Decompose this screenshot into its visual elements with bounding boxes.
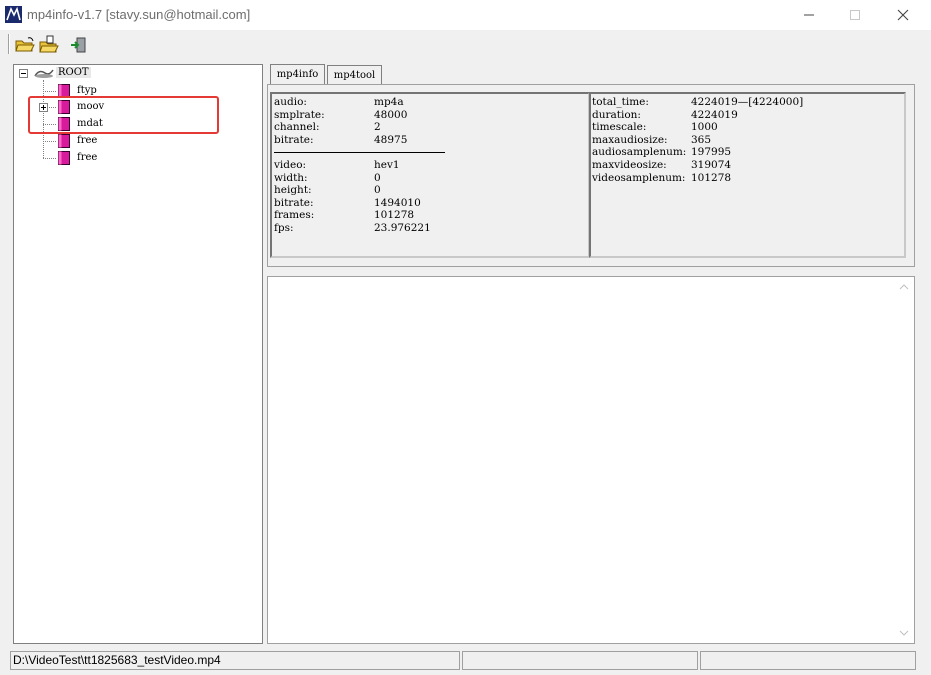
frames-key: frames: bbox=[274, 209, 315, 222]
audio-info: audio: mp4a smplrate: 48000 channel: 2 bitr… bbox=[274, 96, 584, 146]
channel-key: channel: bbox=[274, 121, 320, 134]
total-time-value: 4224019—[4224000] bbox=[691, 96, 804, 108]
tree-line bbox=[43, 91, 56, 92]
box-icon bbox=[58, 151, 70, 165]
video-bitrate-value: 1494010 bbox=[374, 196, 421, 209]
minimize-icon bbox=[804, 14, 814, 16]
chevron-up-icon bbox=[899, 284, 909, 290]
audio-bitrate-value: 48975 bbox=[374, 133, 408, 146]
audio-key: audio: bbox=[274, 96, 307, 108]
maxaudiosize-value: 365 bbox=[691, 133, 712, 146]
time-info: total_time: 4224019—[4224000] duration: 42… bbox=[592, 96, 902, 184]
close-button[interactable] bbox=[880, 0, 926, 30]
total-time-key: total_time: bbox=[592, 96, 649, 108]
open-folder-icon bbox=[15, 37, 35, 52]
video-key: video: bbox=[274, 159, 307, 171]
duration-key: duration: bbox=[592, 108, 641, 121]
tree-pane[interactable] bbox=[13, 64, 263, 644]
minimize-button[interactable] bbox=[786, 0, 832, 30]
video-info: video: hev1 width: 0 height: 0 bitrate: 1494… bbox=[274, 159, 584, 235]
videosamplenum-value: 101278 bbox=[691, 171, 732, 184]
videosamplenum-key: videosamplenum: bbox=[592, 171, 686, 184]
status-pane-2 bbox=[462, 651, 698, 670]
width-key: width: bbox=[274, 171, 308, 184]
tab-mp4info[interactable]: mp4info bbox=[270, 64, 325, 84]
close-icon bbox=[897, 9, 909, 21]
tree-root-label[interactable]: ROOT bbox=[56, 67, 91, 78]
chevron-down-icon bbox=[899, 630, 909, 636]
video-value: hev1 bbox=[374, 159, 400, 171]
width-value: 0 bbox=[374, 171, 381, 184]
status-pane-3 bbox=[700, 651, 916, 670]
audiosamplenum-value: 197995 bbox=[691, 146, 732, 159]
maxvideosize-key: maxvideosize: bbox=[592, 158, 667, 171]
frames-value: 101278 bbox=[374, 209, 415, 222]
window-title: mp4info-v1.7 [stavy.sun@hotmail.com] bbox=[27, 7, 251, 22]
height-value: 0 bbox=[374, 184, 381, 197]
status-path: D:\VideoTest\tt1825683_testVideo.mp4 bbox=[10, 651, 460, 670]
app-icon bbox=[5, 6, 22, 23]
tree-line bbox=[43, 158, 56, 159]
box-icon bbox=[58, 134, 70, 148]
tree-line bbox=[43, 141, 56, 142]
output-pane[interactable] bbox=[267, 276, 915, 644]
toolbar bbox=[0, 30, 931, 60]
tree-item-free[interactable]: free bbox=[77, 152, 97, 163]
maxaudiosize-key: maxaudiosize: bbox=[592, 133, 668, 146]
maximize-button[interactable] bbox=[832, 0, 878, 30]
open-folder-button[interactable] bbox=[14, 34, 36, 56]
fps-value: 23.976221 bbox=[374, 221, 431, 234]
open-file-icon bbox=[39, 35, 59, 53]
highlight-box bbox=[28, 96, 219, 134]
video-bitrate-key: bitrate: bbox=[274, 196, 314, 209]
smplrate-value: 48000 bbox=[374, 108, 408, 121]
timescale-key: timescale: bbox=[592, 121, 647, 134]
tree-item-free[interactable]: free bbox=[77, 135, 97, 146]
timescale-value: 1000 bbox=[691, 121, 718, 134]
fps-key: fps: bbox=[274, 221, 294, 234]
height-key: height: bbox=[274, 184, 312, 197]
maximize-icon bbox=[850, 10, 860, 20]
exit-button[interactable] bbox=[68, 34, 90, 56]
tree-item-ftyp[interactable]: ftyp bbox=[77, 85, 97, 96]
scroll-down-button[interactable] bbox=[896, 626, 912, 640]
title-bar: mp4info-v1.7 [stavy.sun@hotmail.com] bbox=[0, 0, 931, 30]
audiosamplenum-key: audiosamplenum: bbox=[592, 146, 687, 159]
maxvideosize-value: 319074 bbox=[691, 158, 732, 171]
tab-mp4tool[interactable]: mp4tool bbox=[327, 65, 382, 84]
smplrate-key: smplrate: bbox=[274, 108, 325, 121]
toolbar-grip bbox=[8, 34, 10, 54]
exit-icon bbox=[71, 37, 86, 53]
duration-value: 4224019 bbox=[691, 108, 738, 121]
collapse-root-icon[interactable] bbox=[19, 69, 28, 78]
scroll-up-button[interactable] bbox=[896, 280, 912, 294]
channel-value: 2 bbox=[374, 121, 381, 134]
audio-value: mp4a bbox=[374, 96, 404, 108]
open-file-button[interactable] bbox=[38, 34, 60, 56]
audio-bitrate-key: bitrate: bbox=[274, 133, 314, 146]
root-icon bbox=[34, 69, 54, 78]
divider bbox=[274, 152, 445, 153]
